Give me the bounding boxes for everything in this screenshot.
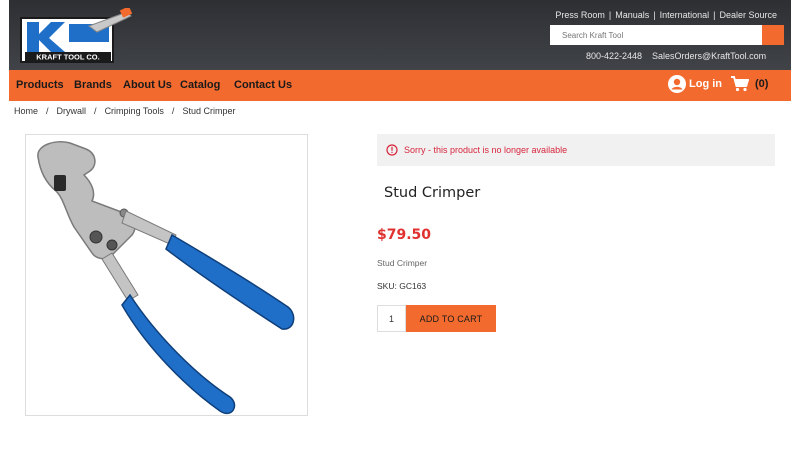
product-subname: Stud Crimper: [377, 258, 428, 268]
manuals-link[interactable]: Manuals: [615, 10, 649, 20]
breadcrumb-separator: /: [46, 106, 49, 116]
sku-label: SKU:: [377, 281, 397, 291]
site-header: KRAFT TOOL CO. Press Room | Manuals | In…: [9, 0, 791, 70]
utility-links: Press Room | Manuals | International | D…: [555, 10, 777, 20]
nav-contact-us[interactable]: Contact Us: [234, 79, 292, 91]
nav-catalog[interactable]: Catalog: [180, 79, 220, 91]
product-sku: SKU: GC163: [377, 281, 426, 291]
search-input[interactable]: [550, 25, 762, 45]
press-room-link[interactable]: Press Room: [555, 10, 605, 20]
user-icon: [668, 75, 686, 93]
logo-text: KRAFT TOOL CO.: [36, 53, 99, 62]
breadcrumb-drywall[interactable]: Drywall: [57, 106, 87, 116]
link-separator: |: [713, 10, 716, 20]
phone-link[interactable]: 800-422-2448: [586, 51, 642, 61]
international-link[interactable]: International: [660, 10, 710, 20]
breadcrumb-separator: /: [94, 106, 97, 116]
search-button[interactable]: [762, 25, 784, 45]
breadcrumb-crimping-tools[interactable]: Crimping Tools: [105, 106, 164, 116]
nav-products[interactable]: Products: [16, 79, 64, 91]
kraft-tool-logo[interactable]: KRAFT TOOL CO.: [19, 8, 135, 64]
cart-button[interactable]: (0): [731, 76, 768, 92]
link-separator: |: [608, 10, 612, 20]
unavailable-alert: Sorry - this product is no longer availa…: [377, 134, 775, 166]
nav-brands[interactable]: Brands: [74, 79, 112, 91]
cart-icon: [731, 76, 749, 92]
breadcrumb-current: Stud Crimper: [182, 106, 236, 116]
stud-crimper-image: [37, 141, 295, 415]
product-price: $79.50: [377, 227, 432, 243]
product-title: Stud Crimper: [384, 185, 481, 201]
product-image[interactable]: [25, 134, 308, 416]
nav-about-us[interactable]: About Us: [123, 79, 172, 91]
link-separator: |: [653, 10, 656, 20]
email-link[interactable]: SalesOrders@KraftTool.com: [652, 51, 766, 61]
alert-text: Sorry - this product is no longer availa…: [404, 145, 568, 155]
add-to-cart-button[interactable]: ADD TO CART: [406, 305, 496, 332]
cart-count: (0): [755, 78, 769, 90]
main-nav: Products Brands About Us Catalog Contact…: [9, 70, 791, 101]
quantity-input[interactable]: [377, 305, 406, 332]
search-bar: [550, 25, 784, 45]
dealer-source-link[interactable]: Dealer Source: [719, 10, 777, 20]
login-button[interactable]: Log in: [668, 75, 722, 93]
sku-value: GC163: [399, 281, 427, 291]
breadcrumb: Home / Drywall / Crimping Tools / Stud C…: [14, 106, 235, 116]
breadcrumb-home[interactable]: Home: [14, 106, 38, 116]
login-label: Log in: [689, 78, 722, 90]
breadcrumb-separator: /: [171, 106, 175, 116]
alert-circle-icon: [386, 144, 398, 156]
